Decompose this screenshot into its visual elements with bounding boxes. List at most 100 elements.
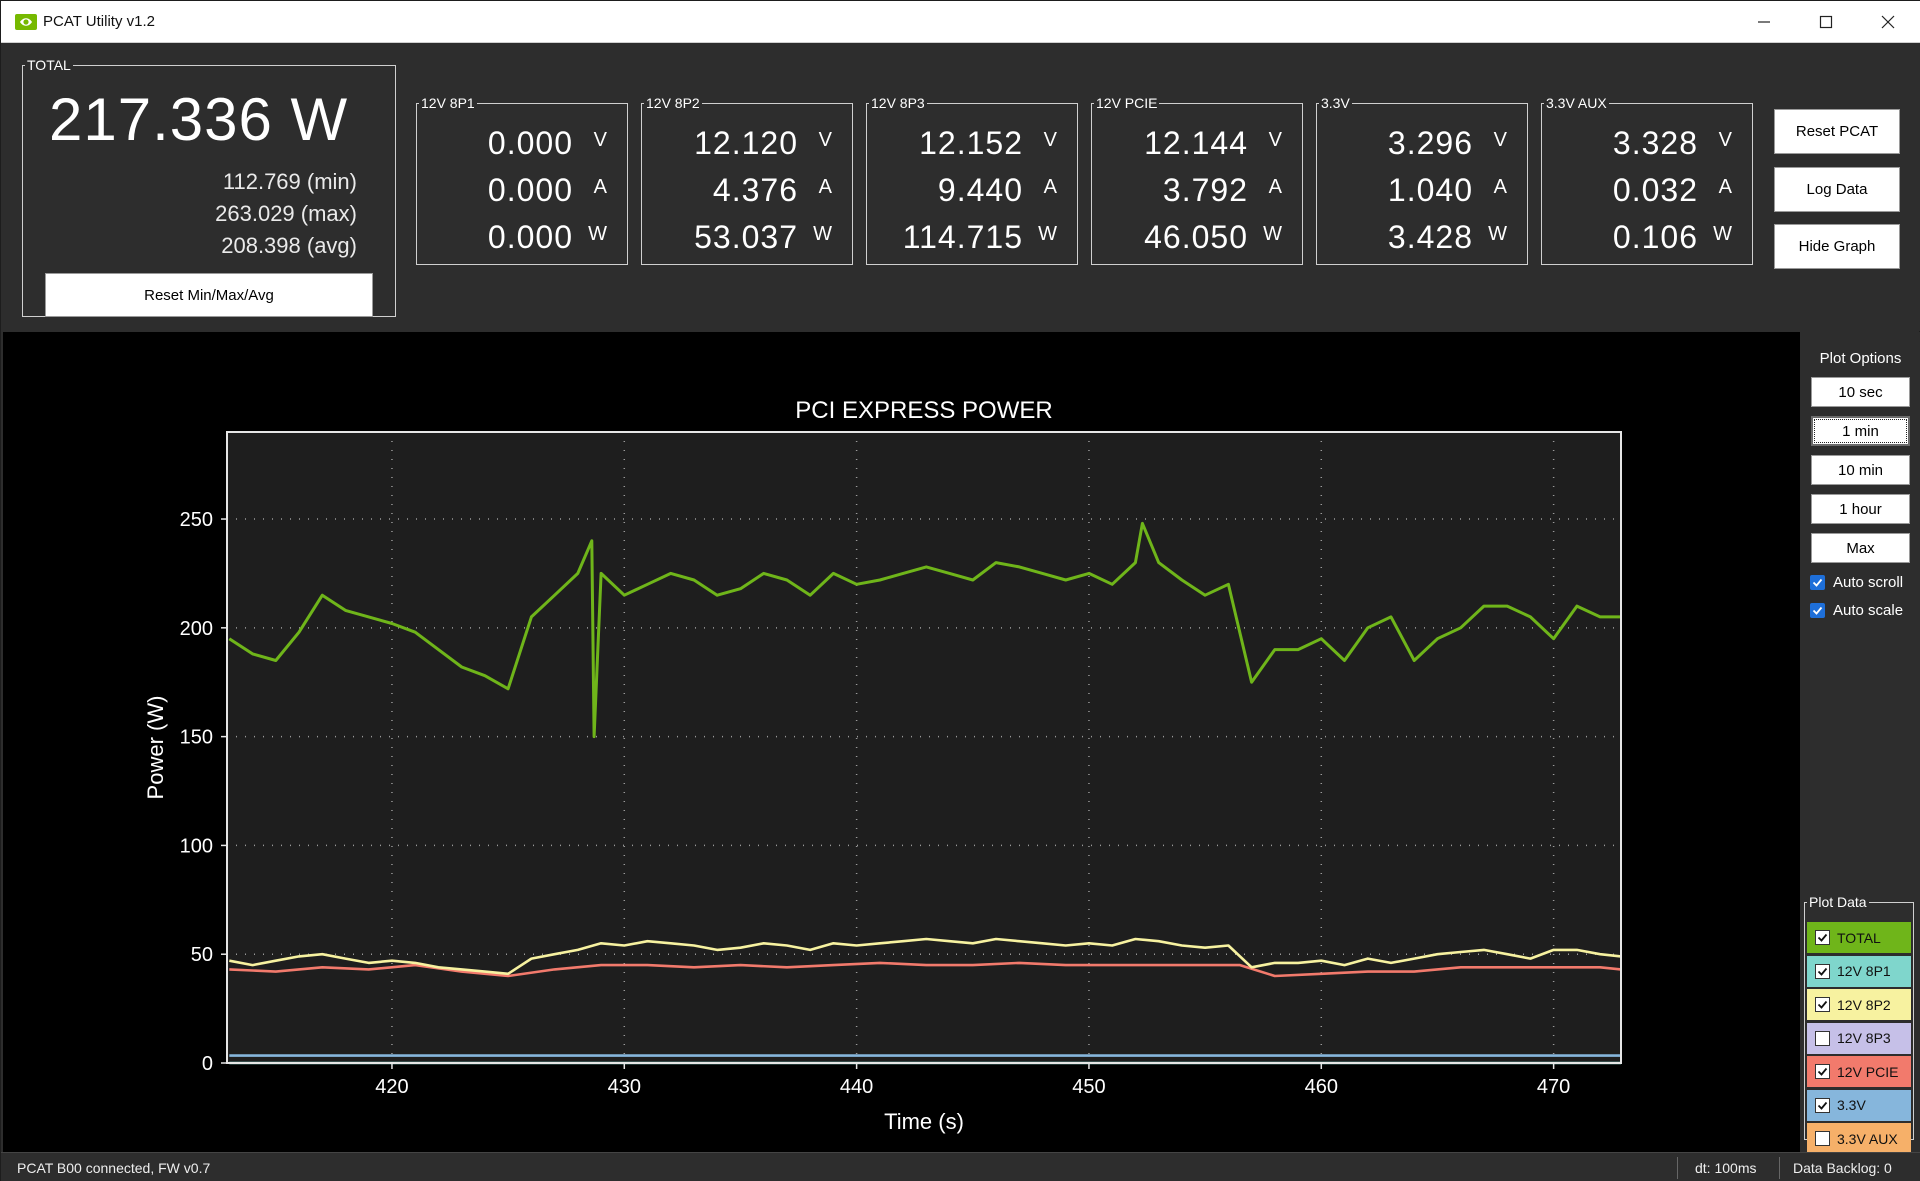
window-title: PCAT Utility v1.2: [43, 13, 155, 30]
title-bar: PCAT Utility v1.2: [1, 1, 1920, 43]
close-button[interactable]: [1857, 1, 1919, 43]
rail-current-value: 3.792: [1162, 172, 1248, 208]
plot-data-label: 12V 8P2: [1837, 996, 1891, 1013]
plot-data-group: Plot Data TOTAL 12V 8P1 12V 8P2 12V 8P3 12V …: [1804, 894, 1914, 1154]
plot-options-header: Plot Options: [1819, 350, 1902, 367]
rail-voltage-unit: V: [818, 129, 832, 151]
power-graph: 420 430 440 450 460 470 0 50 100 150 200 250 PCI EXP…: [3, 332, 1800, 1152]
plot-data-label: TOTAL: [1837, 929, 1881, 946]
readout-panel: TOTAL 217.336 W 112.769 (min) 263.029 (m…: [1, 43, 1920, 331]
minimize-button[interactable]: [1733, 1, 1795, 43]
rail-voltage-value: 12.120: [694, 125, 798, 161]
rail-voltage-row: 12.120 V: [642, 125, 852, 165]
range-button-1-hour[interactable]: 1 hour: [1811, 494, 1910, 524]
rail-voltage-unit: V: [1268, 129, 1282, 151]
rail-legend: 12V 8P3: [871, 95, 925, 111]
rail-current-unit: A: [1043, 176, 1057, 198]
rail-current-unit: A: [1718, 176, 1732, 198]
auto-scroll-checkbox[interactable]: Auto scroll: [1810, 571, 1903, 593]
plot-data-toggle-12v-8p1[interactable]: 12V 8P1: [1807, 955, 1911, 987]
maximize-button[interactable]: [1795, 1, 1857, 43]
rail-current-unit: A: [1493, 176, 1507, 198]
x-axis-label: Time (s): [884, 1109, 964, 1134]
plot-data-label: 12V 8P1: [1837, 963, 1891, 979]
rail-voltage-row: 3.296 V: [1317, 125, 1527, 165]
rail-group-3-3v-aux: 3.3V AUX 3.328 V 0.032 A 0.106 W: [1541, 95, 1753, 265]
rail-group-3-3v: 3.3V 3.296 V 1.040 A 3.428 W: [1316, 95, 1528, 265]
plot-data-label: 12V PCIE: [1837, 1063, 1899, 1080]
rail-current-row: 0.000 A: [417, 172, 627, 212]
plot-data-label: 3.3V: [1837, 1097, 1866, 1113]
range-button-max[interactable]: Max: [1811, 533, 1910, 563]
plot-data-header: Plot Data: [1809, 894, 1867, 910]
reset-pcat-button[interactable]: Reset PCAT: [1774, 109, 1900, 154]
y-tick-label: 0: [202, 1053, 213, 1075]
rail-power-unit: W: [1263, 223, 1282, 245]
rail-current-row: 3.792 A: [1092, 172, 1302, 212]
rail-voltage-row: 0.000 V: [417, 125, 627, 165]
plot-data-toggle-12v-8p2[interactable]: 12V 8P2: [1807, 989, 1911, 1020]
plot-data-label: 3.3V AUX: [1837, 1130, 1898, 1147]
rail-power-value: 114.715: [902, 219, 1023, 255]
rail-power-value: 0.106: [1612, 219, 1698, 255]
reset-min-max-avg-button[interactable]: Reset Min/Max/Avg: [45, 273, 373, 317]
data-backlog-status: Data Backlog: 0: [1793, 1160, 1892, 1176]
close-icon: [1881, 15, 1895, 29]
rail-current-value: 0.000: [487, 172, 573, 208]
checkbox-checked-icon: [1815, 1064, 1830, 1079]
log-data-button[interactable]: Log Data: [1774, 167, 1900, 212]
rail-voltage-row: 3.328 V: [1542, 125, 1752, 165]
plot-data-toggle-12v-pcie[interactable]: 12V PCIE: [1807, 1056, 1911, 1087]
status-bar: PCAT B00 connected, FW v0.7 dt: 100ms Da…: [1, 1152, 1920, 1181]
x-tick-label: 460: [1305, 1076, 1338, 1098]
checkbox-checked-icon: [1815, 1097, 1830, 1113]
power-chart: 420 430 440 450 460 470 0 50 100 150 200 250 PCI EXP…: [143, 397, 1622, 1134]
y-tick-label: 150: [180, 727, 213, 749]
range-button-10-min[interactable]: 10 min: [1811, 455, 1910, 485]
rail-power-row: 46.050 W: [1092, 219, 1302, 259]
plot-options-panel: Plot Options 10 sec 1 min 10 min 1 hour Max …: [1800, 332, 1920, 1154]
plot-data-toggle-3-3v[interactable]: 3.3V: [1807, 1089, 1911, 1121]
minimize-icon: [1758, 21, 1770, 23]
plot-data-label: 12V 8P3: [1837, 1030, 1891, 1046]
rail-power-value: 3.428: [1387, 219, 1473, 255]
rail-voltage-unit: V: [593, 129, 607, 151]
rail-current-row: 1.040 A: [1317, 172, 1527, 212]
checkbox-unchecked-icon: [1815, 1030, 1830, 1046]
rail-current-unit: A: [593, 176, 607, 198]
checkbox-checked-icon: [1815, 930, 1830, 945]
checkbox-unchecked-icon: [1815, 1131, 1830, 1146]
rail-legend: 12V 8P1: [421, 95, 475, 111]
total-max-value: 263.029 (max): [215, 201, 357, 226]
range-button-10-sec[interactable]: 10 sec: [1811, 377, 1910, 407]
rail-legend: 3.3V: [1321, 95, 1350, 111]
total-avg-value: 208.398 (avg): [221, 233, 357, 258]
rail-power-row: 0.000 W: [417, 219, 627, 259]
rail-power-unit: W: [1038, 223, 1057, 245]
plot-data-toggle-total[interactable]: TOTAL: [1807, 922, 1911, 953]
rail-voltage-value: 0.000: [487, 125, 573, 161]
rail-power-unit: W: [1713, 223, 1732, 245]
hide-graph-button[interactable]: Hide Graph: [1774, 224, 1900, 269]
rail-power-unit: W: [588, 223, 607, 245]
rail-power-unit: W: [813, 223, 832, 245]
connection-status: PCAT B00 connected, FW v0.7: [17, 1160, 211, 1176]
rail-power-unit: W: [1488, 223, 1507, 245]
rail-power-row: 114.715 W: [867, 219, 1077, 259]
total-min-value: 112.769 (min): [222, 169, 357, 194]
checkbox-checked-icon: [1815, 997, 1830, 1012]
maximize-icon: [1819, 15, 1833, 29]
plot-data-toggle-12v-8p3[interactable]: 12V 8P3: [1807, 1022, 1911, 1054]
plot-data-toggle-3-3v-aux[interactable]: 3.3V AUX: [1807, 1123, 1911, 1154]
x-tick-label: 450: [1072, 1076, 1105, 1098]
auto-scale-checkbox[interactable]: Auto scale: [1810, 599, 1903, 621]
chart-title: PCI EXPRESS POWER: [795, 397, 1052, 424]
x-tick-label: 420: [375, 1076, 408, 1098]
rail-power-row: 3.428 W: [1317, 219, 1527, 259]
rail-voltage-unit: V: [1493, 129, 1507, 151]
rail-power-value: 0.000: [487, 219, 573, 255]
y-axis-label: Power (W): [143, 696, 168, 800]
range-button-1-min[interactable]: 1 min: [1811, 416, 1910, 446]
rail-current-unit: A: [1268, 176, 1282, 198]
rail-power-value: 46.050: [1144, 219, 1248, 255]
